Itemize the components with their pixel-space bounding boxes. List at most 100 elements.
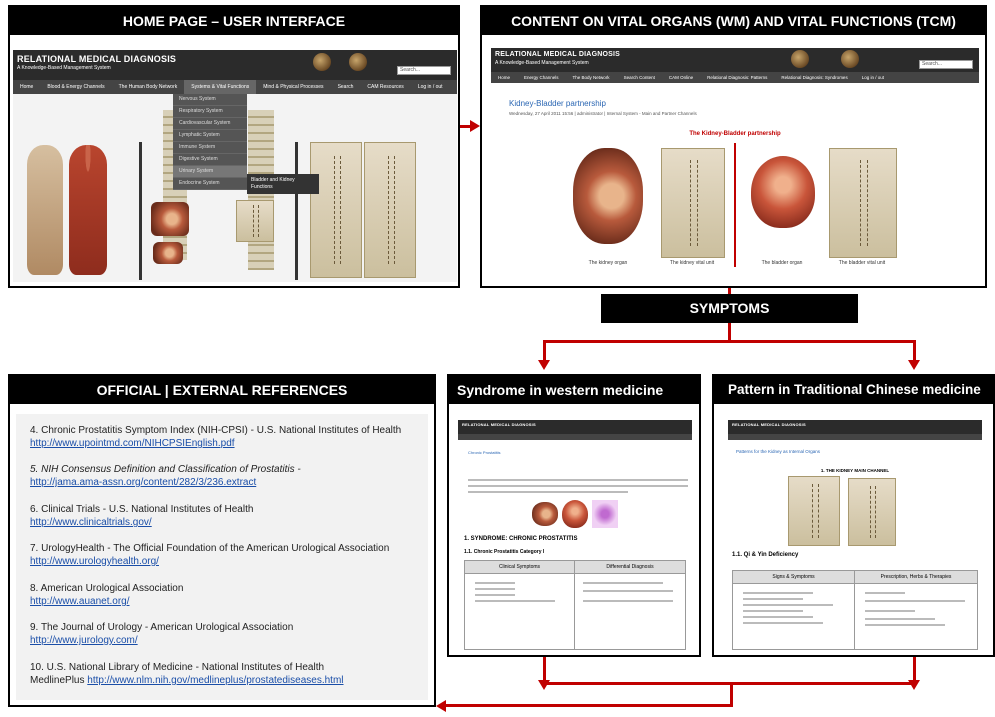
menu-item[interactable]: Home (491, 72, 517, 83)
menu-item[interactable]: Relational Diagnosis: Patterns (700, 72, 774, 83)
dropdown-item[interactable]: Endocrine System (173, 178, 247, 190)
text-line (743, 610, 803, 612)
official-references-panel: OFFICIAL | EXTERNAL REFERENCES 4. Chroni… (8, 374, 436, 707)
text-line (468, 485, 688, 487)
caption: The kidney vital unit (669, 260, 715, 266)
dropdown-item[interactable]: Nervous System (173, 94, 247, 106)
page-title: Chronic Prostatitis (468, 450, 501, 455)
menu-item[interactable]: Energy Channels (517, 72, 566, 83)
divider (139, 142, 142, 280)
bladder-organ-image (751, 156, 815, 228)
reference-link[interactable]: http://www.auanet.org/ (30, 596, 130, 607)
text-line (743, 592, 813, 594)
channel-chart (848, 478, 896, 546)
reference-link[interactable]: http://jama.ama-assn.org/content/282/3/2… (30, 477, 256, 488)
dropdown-item[interactable]: Immune System (173, 142, 247, 154)
acupuncture-chart (364, 142, 416, 278)
menu-item[interactable]: Mind & Physical Processes (256, 80, 330, 94)
reference-item: 8. American Urological Association http:… (30, 582, 183, 608)
site-title: RELATIONAL MEDICAL DIAGNOSIS (17, 54, 177, 64)
reference-text: 9. The Journal of Urology - American Uro… (30, 622, 294, 633)
reference-link[interactable]: http://www.urologyhealth.org/ (30, 556, 159, 567)
site-title: RELATIONAL MEDICAL DIAGNOSIS (495, 51, 620, 58)
systems-dropdown: Nervous System Respiratory System Cardio… (173, 94, 247, 190)
dropdown-item[interactable]: Respiratory System (173, 106, 247, 118)
prostate-image (562, 500, 588, 528)
content-menu-bar: Home Energy Channels The Body Network Se… (491, 72, 979, 83)
section-title: 1. SYNDROME: CHRONIC PROSTATITIS (464, 536, 578, 542)
arrowhead (908, 360, 920, 370)
reference-link[interactable]: http://www.jurology.com/ (30, 635, 138, 646)
menu-item[interactable]: The Body Network (566, 72, 617, 83)
arrowhead (436, 700, 446, 712)
flow-line (543, 340, 916, 343)
reference-text: 7. UrologyHealth - The Official Foundati… (30, 543, 390, 554)
submenu-flyout[interactable]: Bladder and Kidney Functions (247, 174, 319, 194)
arrowhead (908, 680, 920, 690)
menu-item[interactable]: Home (13, 80, 40, 94)
menu-item[interactable]: The Human Body Network (112, 80, 185, 94)
home-page-panel: HOME PAGE – USER INTERFACE RELATIONAL ME… (8, 5, 460, 288)
flow-line (728, 323, 731, 341)
search-input[interactable]: Search... (397, 66, 451, 75)
site-banner: RELATIONAL MEDICAL DIAGNOSIS (728, 420, 982, 434)
reference-link[interactable]: http://www.nlm.nih.gov/medlineplus/prost… (87, 675, 343, 686)
divider (295, 142, 298, 280)
menu-item[interactable]: Search (331, 80, 361, 94)
flow-line (446, 704, 733, 707)
menu-item[interactable]: Blood & Energy Channels (40, 80, 111, 94)
menu-item[interactable]: Log in / out (411, 80, 450, 94)
divider (854, 571, 855, 649)
site-banner: RELATIONAL MEDICAL DIAGNOSIS A Knowledge… (13, 50, 457, 80)
western-panel-header: Syndrome in western medicine (449, 376, 699, 404)
text-line (475, 594, 515, 596)
dropdown-item[interactable]: Lymphatic System (173, 130, 247, 142)
table-header: Differential Diagnosis (575, 561, 685, 574)
organ-image (153, 242, 183, 264)
caption: The bladder vital unit (838, 260, 886, 266)
text-line (475, 588, 515, 590)
reference-link[interactable]: http://www.clinicaltrials.gov/ (30, 517, 152, 528)
table-header: Signs & Symptoms (733, 571, 854, 584)
home-screenshot: RELATIONAL MEDICAL DIAGNOSIS A Knowledge… (13, 50, 457, 282)
site-subtitle: A Knowledge-Based Management System (495, 60, 589, 66)
text-line (468, 479, 688, 481)
menu-item[interactable]: Systems & Vital Functions (184, 80, 257, 94)
content-panel: CONTENT ON VITAL ORGANS (WM) AND VITAL F… (480, 5, 987, 288)
center-divider (734, 143, 736, 267)
text-line (743, 604, 833, 606)
caption: The kidney organ (588, 260, 628, 266)
pattern-table: Signs & Symptoms Prescription, Herbs & T… (732, 570, 978, 650)
dropdown-item[interactable]: Cardiovascular System (173, 118, 247, 130)
text-line (865, 600, 965, 602)
menu-item[interactable]: Relational Diagnosis: Syndromes (774, 72, 854, 83)
menu-item[interactable]: Log in / out (855, 72, 891, 83)
site-title: RELATIONAL MEDICAL DIAGNOSIS (732, 422, 806, 427)
flow-line (913, 340, 916, 361)
reference-text: 4. Chronic Prostatitis Symptom Index (NI… (30, 425, 402, 436)
text-line (583, 600, 673, 602)
text-line (865, 618, 935, 620)
acupuncture-chart (310, 142, 362, 278)
caption: The bladder organ (761, 260, 803, 266)
search-input[interactable]: Search... (919, 60, 973, 69)
reference-item: 5. NIH Consensus Definition and Classifi… (30, 463, 301, 489)
menu-item[interactable]: CAM Online (662, 72, 700, 83)
arrowhead (470, 120, 480, 132)
dropdown-item[interactable]: Urinary System (173, 166, 247, 178)
home-panel-header: HOME PAGE – USER INTERFACE (10, 7, 458, 35)
dropdown-item[interactable]: Digestive System (173, 154, 247, 166)
brain-icon (791, 50, 809, 68)
tcm-pattern-panel: Pattern in Traditional Chinese medicine … (712, 374, 995, 657)
reference-item: 9. The Journal of Urology - American Uro… (30, 621, 293, 647)
site-title: RELATIONAL MEDICAL DIAGNOSIS (462, 422, 536, 427)
menu-item[interactable]: Search Content (617, 72, 662, 83)
article-heading: The Kidney-Bladder partnership (689, 131, 781, 137)
home-menu-bar: Home Blood & Energy Channels The Human B… (13, 80, 457, 94)
menu-item[interactable]: CAM Resources (360, 80, 410, 94)
text-line (583, 582, 663, 584)
reference-link[interactable]: http://www.upointmd.com/NIHCPSIEnglish.p… (30, 438, 235, 449)
text-line (865, 592, 905, 594)
western-syndrome-panel: Syndrome in western medicine RELATIONAL … (447, 374, 701, 657)
arrowhead (538, 680, 550, 690)
